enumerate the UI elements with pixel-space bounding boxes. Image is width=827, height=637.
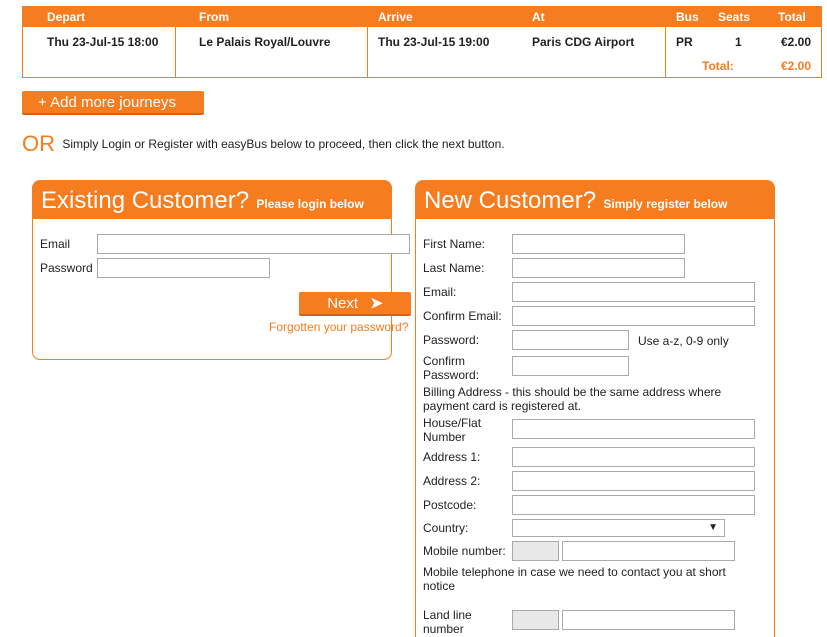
last-name-field[interactable]	[512, 258, 685, 278]
new-customer-title: New Customer?	[424, 187, 597, 214]
col-total: Total	[778, 10, 806, 24]
country-select[interactable]: ▼	[512, 519, 725, 537]
divider	[175, 27, 176, 78]
reg-email-field[interactable]	[512, 282, 755, 302]
landline-prefix-field[interactable]	[512, 610, 559, 630]
mobile-prefix-field[interactable]	[512, 541, 559, 561]
divider	[665, 27, 666, 78]
password-label: Password	[40, 261, 93, 275]
new-customer-subtitle: Simply register below	[603, 197, 728, 211]
country-label: Country:	[423, 521, 469, 535]
last-name-label: Last Name:	[423, 261, 485, 275]
cell-seats: 1	[735, 35, 742, 49]
postcode-field[interactable]	[512, 495, 755, 515]
mobile-note: Mobile telephone in case we need to cont…	[423, 565, 726, 593]
postcode-label: Postcode:	[423, 498, 477, 512]
add-more-journeys-button[interactable]: + Add more journeys	[22, 91, 204, 115]
reg-password-field[interactable]	[512, 330, 629, 350]
confirm-password-label: Confirm Password:	[423, 354, 480, 382]
address2-label: Address 2:	[423, 474, 481, 488]
divider	[367, 27, 368, 78]
journey-table-header: Depart From Arrive At Bus Seats Total	[23, 7, 821, 27]
first-name-label: First Name:	[423, 237, 486, 251]
address1-field[interactable]	[512, 447, 755, 467]
confirm-email-label: Confirm Email:	[423, 309, 502, 323]
password-hint: Use a-z, 0-9 only	[638, 334, 729, 348]
or-label: OR	[22, 131, 55, 156]
table-row: Thu 23-Jul-15 18:00 Le Palais Royal/Louv…	[23, 27, 821, 77]
first-name-field[interactable]	[512, 234, 685, 254]
col-at: At	[532, 10, 545, 24]
col-from: From	[199, 10, 229, 24]
cell-bus: PR	[676, 35, 693, 49]
house-label: House/Flat Number	[423, 416, 482, 444]
reg-password-label: Password:	[423, 333, 480, 347]
next-label: Next	[327, 295, 359, 312]
existing-customer-panel: Existing Customer? Please login below Em…	[32, 180, 411, 360]
login-email-field[interactable]	[97, 234, 410, 254]
confirm-email-field[interactable]	[512, 306, 755, 326]
new-customer-panel: New Customer? Simply register below Firs…	[415, 180, 775, 637]
col-depart: Depart	[47, 10, 86, 24]
existing-customer-header: Existing Customer? Please login below	[33, 181, 391, 219]
reg-email-label: Email:	[423, 285, 457, 299]
email-label: Email	[40, 237, 71, 251]
chevron-down-icon: ▼	[708, 522, 718, 533]
col-bus: Bus	[676, 10, 699, 24]
next-button[interactable]: Next ➤	[299, 292, 411, 316]
cell-arrive: Thu 23-Jul-15 19:00	[378, 35, 490, 49]
col-seats: Seats	[718, 10, 751, 24]
cell-from: Le Palais Royal/Louvre	[199, 35, 331, 49]
address2-field[interactable]	[512, 471, 755, 491]
cell-total: €2.00	[781, 35, 812, 49]
or-text: Simply Login or Register with easyBus be…	[62, 137, 505, 151]
address1-label: Address 1:	[423, 450, 481, 464]
login-password-field[interactable]	[97, 258, 270, 278]
landline-number-field[interactable]	[562, 610, 735, 630]
journey-table: Depart From Arrive At Bus Seats Total Th…	[22, 6, 822, 78]
total-value: €2.00	[781, 59, 812, 73]
forgot-password-link[interactable]: Forgotten your password?	[269, 320, 408, 334]
chevron-right-icon: ➤	[370, 295, 383, 312]
mobile-label: Mobile number:	[423, 544, 506, 558]
cell-at: Paris CDG Airport	[532, 35, 635, 49]
existing-customer-title: Existing Customer?	[41, 187, 250, 214]
col-arrive: Arrive	[378, 10, 413, 24]
house-field[interactable]	[512, 419, 755, 439]
landline-label: Land line number	[423, 608, 472, 636]
existing-customer-subtitle: Please login below	[256, 197, 364, 211]
total-label: Total:	[702, 59, 734, 73]
confirm-password-field[interactable]	[512, 356, 629, 376]
new-customer-header: New Customer? Simply register below	[416, 181, 774, 219]
billing-note: Billing Address - this should be the sam…	[423, 385, 722, 413]
or-instruction: OR Simply Login or Register with easyBus…	[22, 131, 505, 157]
mobile-number-field[interactable]	[562, 541, 735, 561]
cell-depart: Thu 23-Jul-15 18:00	[47, 35, 159, 49]
